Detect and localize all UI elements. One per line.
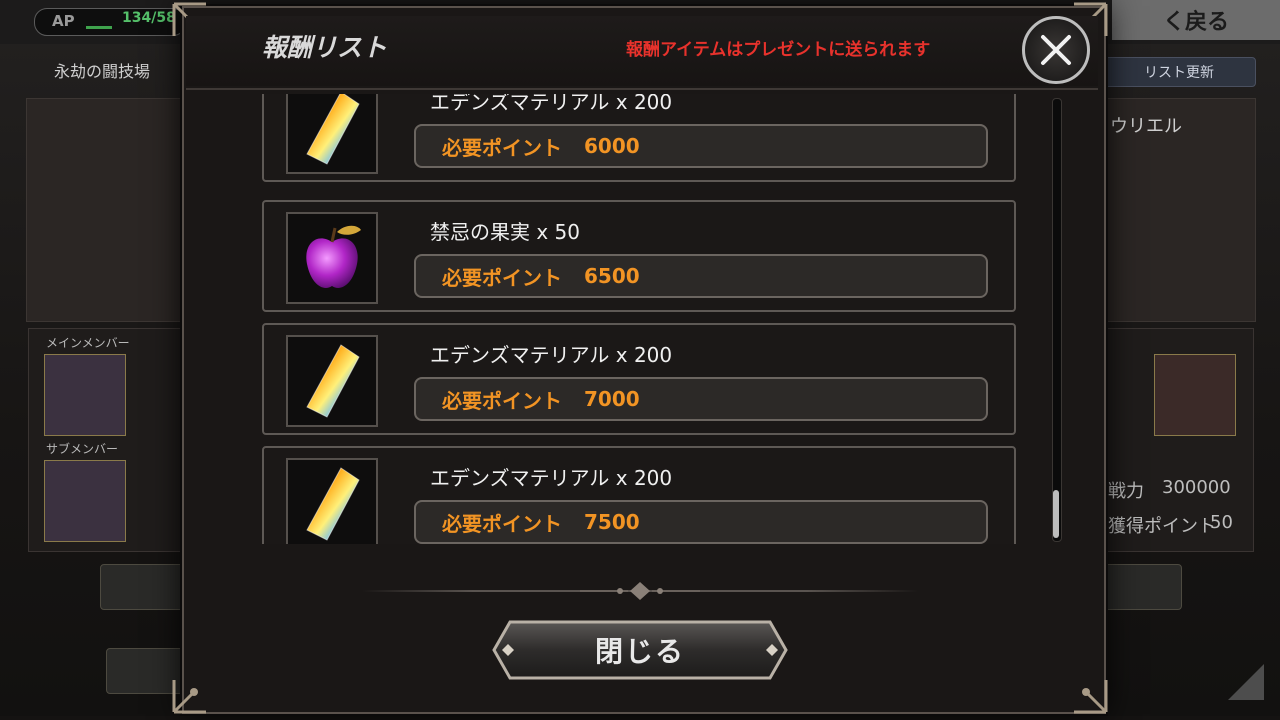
arena-title: 永劫の闘技場 (54, 62, 151, 81)
dialog-title: 報酬リスト (262, 33, 388, 62)
member-card (44, 460, 126, 542)
required-points-label: 必要ポイント (442, 388, 562, 413)
background-button (1100, 564, 1182, 610)
reward-name: エデンズマテリアル x 200 (430, 94, 673, 114)
reward-name: エデンズマテリアル x 200 (430, 343, 673, 367)
required-points-value: 7000 (584, 387, 640, 411)
ornament-icon (580, 582, 700, 600)
ap-label: AP (52, 12, 75, 30)
required-points: 必要ポイント 6500 (414, 254, 988, 298)
required-points-value: 6500 (584, 264, 640, 288)
required-points-value: 6000 (584, 134, 640, 158)
close-button-label[interactable]: 閉じる (492, 620, 788, 680)
list-update-button[interactable]: リスト更新 (1102, 57, 1256, 87)
required-points: 必要ポイント 6000 (414, 124, 988, 168)
points-value: 50 (1210, 512, 1233, 533)
close-icon (1041, 35, 1071, 65)
reward-name: 禁忌の果実 x 50 (430, 220, 580, 244)
crystal-icon (306, 467, 360, 541)
ap-value: 134/58 (122, 10, 176, 26)
reward-item: エデンズマテリアル x 200 必要ポイント 7500 (262, 446, 1016, 544)
reward-item: エデンズマテリアル x 200 必要ポイント 6000 (262, 94, 1016, 182)
points-label: 獲得ポイント (1108, 516, 1216, 537)
close-x-button[interactable] (1022, 16, 1090, 84)
header-divider (186, 88, 1098, 90)
member-card (1154, 354, 1236, 436)
crystal-icon (306, 94, 360, 165)
delivery-notice: 報酬アイテムはプレゼントに送られます (626, 40, 931, 60)
reward-icon-slot (286, 458, 378, 544)
corner-ornament-icon (1070, 676, 1110, 716)
scrollbar-track[interactable] (1052, 98, 1062, 542)
required-points: 必要ポイント 7000 (414, 377, 988, 421)
opponent-name: ウリエル (1110, 116, 1182, 137)
corner-ornament-icon (170, 676, 210, 716)
corner-triangle (1228, 664, 1264, 700)
reward-list[interactable]: エデンズマテリアル x 200 必要ポイント 6000 禁忌の果実 x 50 必要… (262, 94, 1020, 544)
crystal-icon (306, 344, 360, 418)
apple-icon (306, 225, 361, 288)
reward-icon-slot (286, 94, 378, 174)
required-points-label: 必要ポイント (442, 511, 562, 536)
required-points-label: 必要ポイント (442, 265, 562, 290)
ap-bar-fill (86, 26, 112, 29)
required-points-value: 7500 (584, 510, 640, 534)
reward-icon-slot (286, 335, 378, 427)
player-character-panel (26, 98, 188, 322)
reward-item: エデンズマテリアル x 200 必要ポイント 7000 (262, 323, 1016, 435)
reward-icon-slot (286, 212, 378, 304)
required-points-label: 必要ポイント (442, 135, 562, 160)
main-member-label: メインメンバー (46, 336, 130, 350)
required-points: 必要ポイント 7500 (414, 500, 988, 544)
power-label: 戦力 (1108, 481, 1144, 502)
reward-item: 禁忌の果実 x 50 必要ポイント 6500 (262, 200, 1016, 312)
scrollbar-thumb[interactable] (1053, 490, 1059, 538)
member-card (44, 354, 126, 436)
power-value: 300000 (1162, 477, 1231, 498)
reward-name: エデンズマテリアル x 200 (430, 466, 673, 490)
back-button[interactable]: く戻る (1112, 0, 1280, 40)
sub-member-label: サブメンバー (46, 442, 119, 456)
